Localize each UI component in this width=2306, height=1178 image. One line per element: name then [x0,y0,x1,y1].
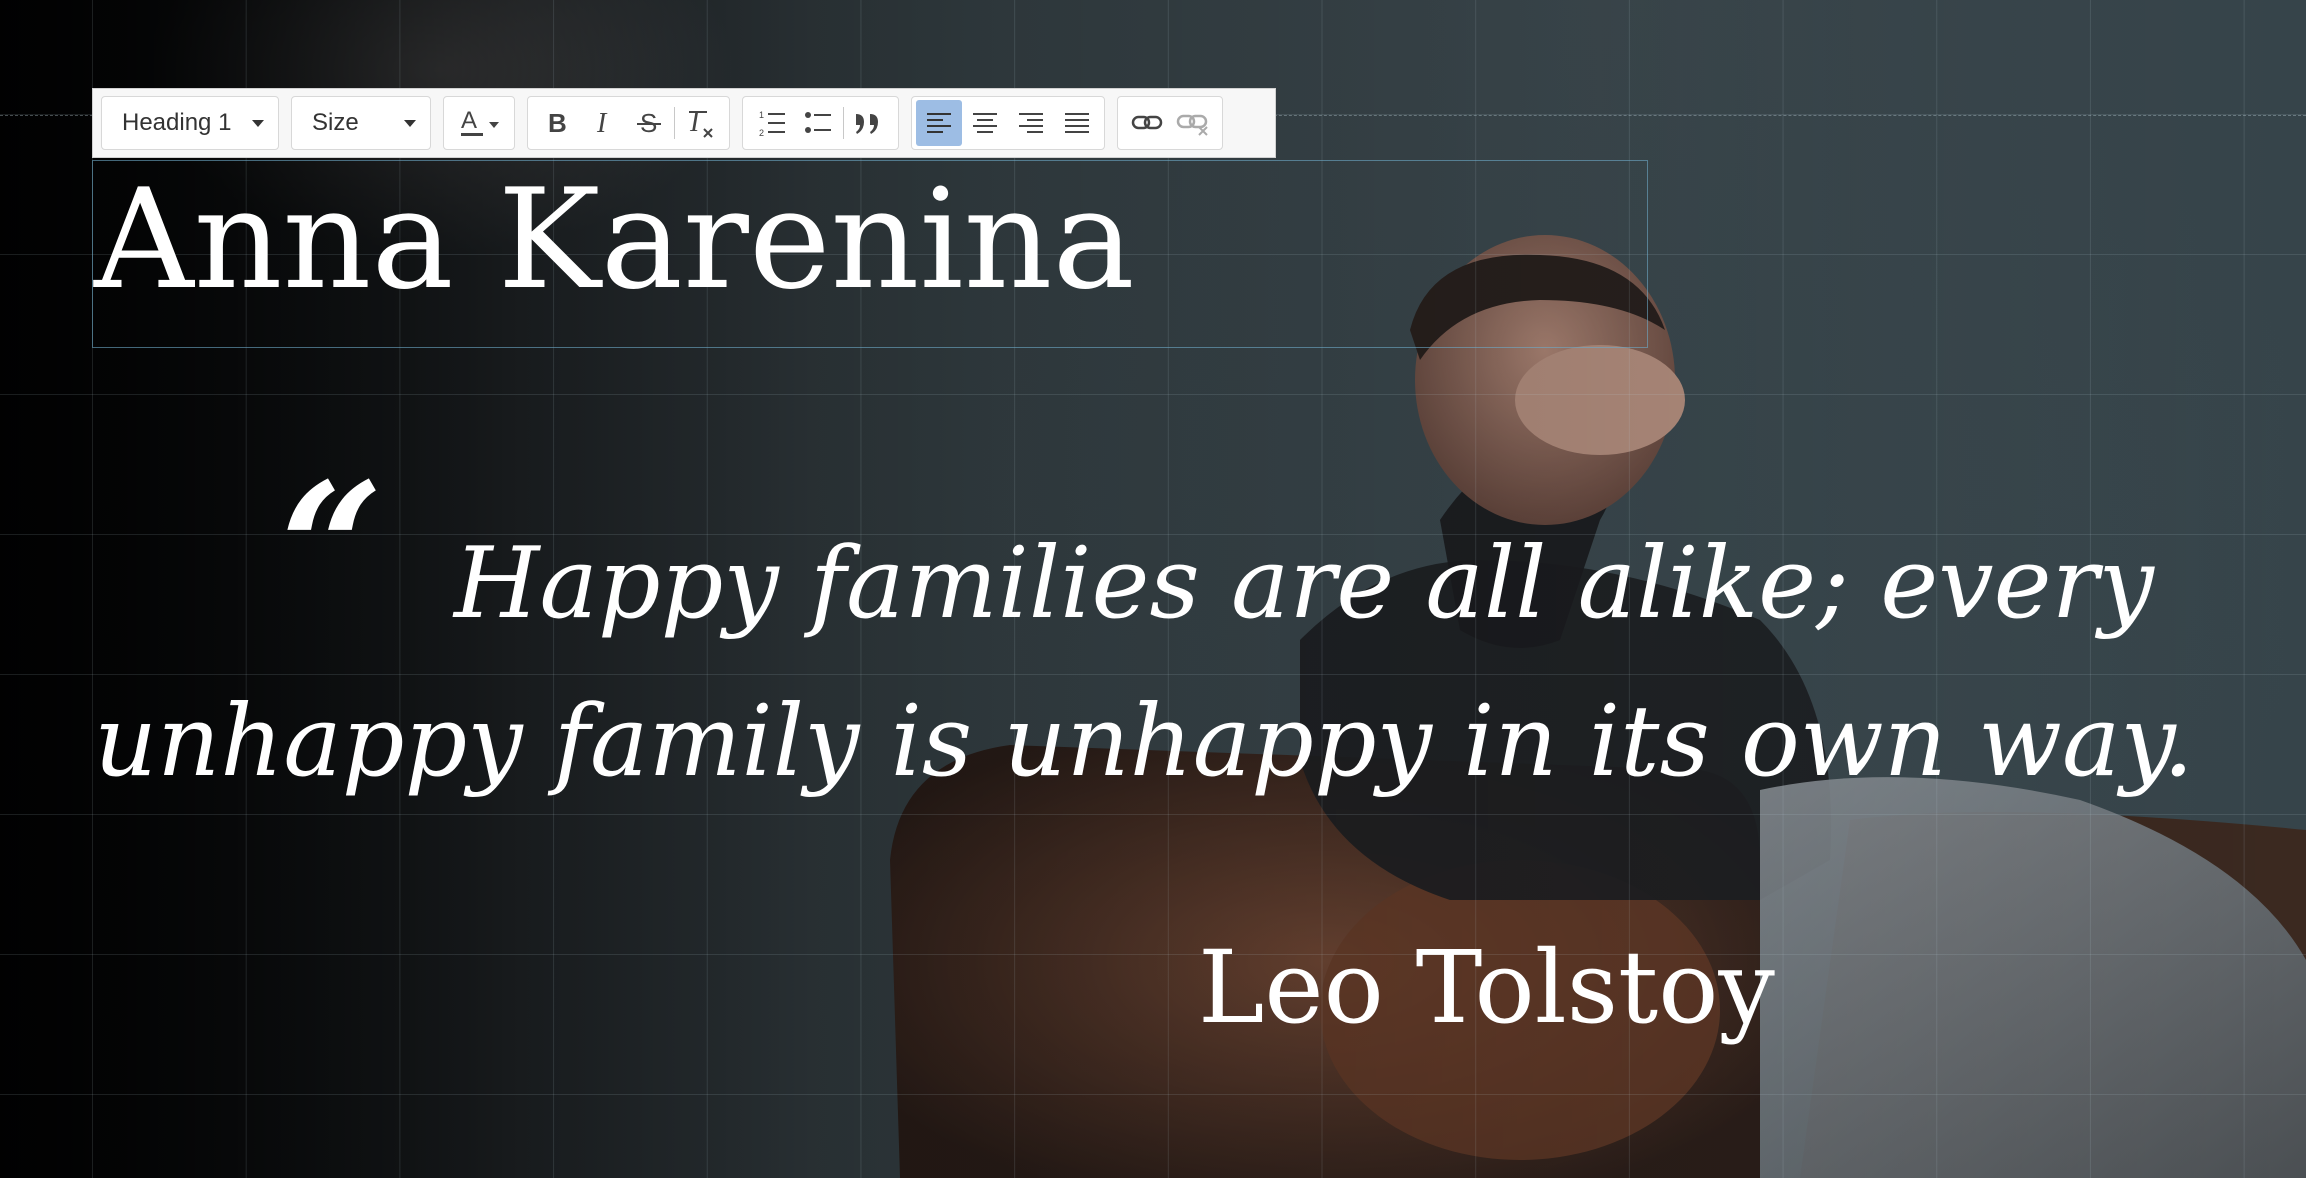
quote-line-1: Happy families are all alike; every [454,527,2154,641]
unlink-button[interactable] [1170,100,1216,146]
quote-text[interactable]: Happy families are all alike; every unha… [94,505,2294,821]
alignment-group [911,96,1105,150]
align-right-button[interactable] [1008,100,1054,146]
svg-text:I: I [596,108,608,138]
align-center-icon [973,113,997,133]
font-color-icon: A [461,107,499,136]
toolbar-separator [843,107,844,139]
editor-canvas: Heading 1 Size A B I S I 1 2 Anna Kareni… [0,0,2306,1178]
numbered-list-button[interactable]: 1 2 [749,100,795,146]
chevron-down-icon [252,119,264,127]
align-justify-icon [1065,113,1089,133]
blockquote-icon [856,114,878,134]
basic-styles-group: B I S I [527,96,730,150]
bulleted-list-button[interactable] [795,100,841,146]
numbered-list-icon: 1 2 [759,110,785,138]
quote-line-2: unhappy family is unhappy in its own way… [94,685,2194,799]
text-color-button[interactable]: A [448,100,510,146]
align-left-icon [927,113,951,133]
format-select[interactable]: Heading 1 [101,96,279,150]
format-select-value: Heading 1 [122,109,232,136]
italic-icon: I [596,108,608,138]
size-select-value: Size [312,109,359,136]
align-right-icon [1019,113,1043,133]
list-group: 1 2 [742,96,899,150]
link-group [1117,96,1223,150]
svg-text:B: B [548,108,567,138]
editor-toolbar: Heading 1 Size A B I S I 1 2 [92,88,1276,158]
link-button[interactable] [1124,100,1170,146]
blockquote-button[interactable] [846,100,892,146]
page-title[interactable]: Anna Karenina [94,165,1135,315]
align-left-button[interactable] [916,100,962,146]
align-center-button[interactable] [962,100,1008,146]
bulleted-list-icon [805,112,831,133]
svg-text:A: A [461,107,477,134]
strikethrough-button[interactable]: S [626,100,672,146]
italic-button[interactable]: I [580,100,626,146]
toolbar-separator [674,107,675,139]
bold-button[interactable]: B [534,100,580,146]
text-color-group: A [443,96,515,150]
svg-text:2: 2 [759,128,764,138]
unlink-icon [1176,114,1208,136]
quote-author[interactable]: Leo Tolstoy [1198,928,1775,1048]
justify-button[interactable] [1054,100,1100,146]
chevron-down-icon [404,119,416,127]
link-icon [1131,115,1163,130]
svg-text:1: 1 [759,110,764,120]
remove-format-button[interactable]: I [677,100,723,146]
strikethrough-icon: S [637,108,661,138]
size-select[interactable]: Size [291,96,431,150]
remove-format-icon: I [689,107,713,138]
bold-icon: B [548,108,567,138]
